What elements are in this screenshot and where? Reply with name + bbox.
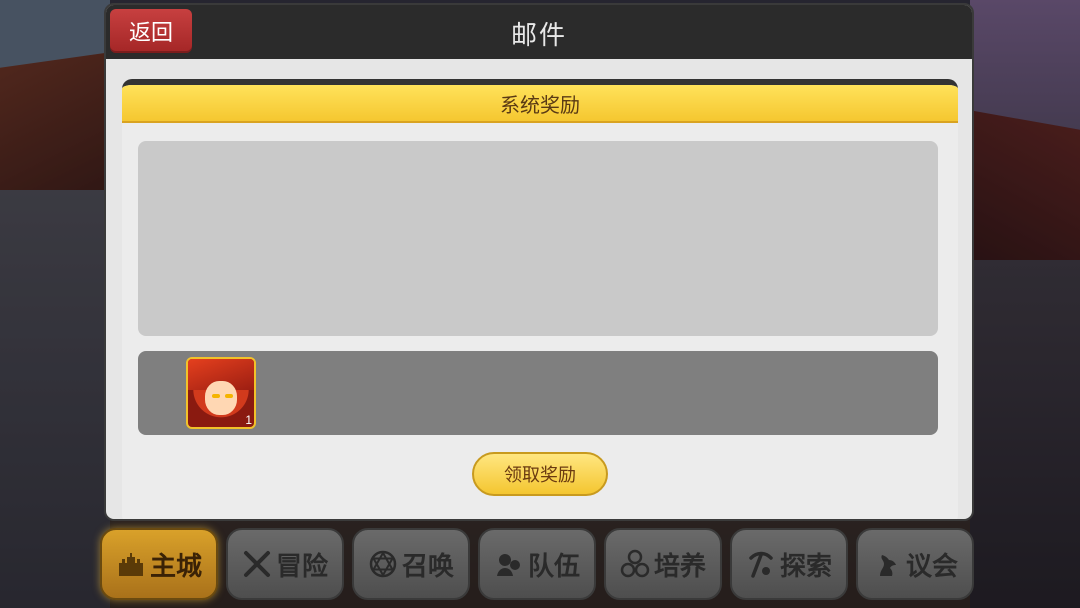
nav-explore[interactable]: 探索 bbox=[730, 528, 848, 600]
nav-train[interactable]: 培养 bbox=[604, 528, 722, 600]
team-icon bbox=[494, 549, 524, 579]
nav-label: 召唤 bbox=[401, 551, 454, 582]
bottom-nav: 主城 冒险 召唤 队伍 培养 探索 议会 bbox=[100, 528, 980, 604]
mail-body bbox=[138, 141, 938, 336]
nav-label: 队伍 bbox=[527, 551, 580, 582]
mail-detail-panel: 系统奖励 1 领取奖励 bbox=[122, 79, 958, 519]
nav-label: 议会 bbox=[905, 551, 958, 582]
nav-summon[interactable]: 召唤 bbox=[352, 528, 470, 600]
item-count: 1 bbox=[245, 413, 252, 427]
nav-label: 冒险 bbox=[275, 551, 328, 582]
nav-label: 培养 bbox=[653, 551, 706, 582]
nav-adventure[interactable]: 冒险 bbox=[226, 528, 344, 600]
crossed-swords-icon bbox=[242, 549, 272, 579]
claim-reward-button[interactable]: 领取奖励 bbox=[472, 452, 608, 496]
nav-council[interactable]: 议会 bbox=[856, 528, 974, 600]
three-orbs-icon bbox=[620, 549, 650, 579]
dialog-title: 邮件 bbox=[510, 21, 567, 51]
mail-subject: 系统奖励 bbox=[122, 85, 958, 123]
nav-label: 主城 bbox=[149, 551, 202, 582]
mail-dialog: 返回 邮件 系统奖励 1 领取奖励 bbox=[104, 3, 974, 521]
dragon-icon bbox=[872, 549, 902, 579]
pickaxe-icon bbox=[746, 549, 776, 579]
castle-icon bbox=[116, 549, 146, 579]
hero-portrait-icon[interactable]: 1 bbox=[186, 357, 256, 429]
hexagram-icon bbox=[368, 549, 398, 579]
dialog-header: 返回 邮件 bbox=[106, 5, 972, 59]
attachment-row: 1 bbox=[138, 351, 938, 435]
nav-label: 探索 bbox=[779, 551, 832, 582]
nav-main-city[interactable]: 主城 bbox=[100, 528, 218, 600]
nav-team[interactable]: 队伍 bbox=[478, 528, 596, 600]
